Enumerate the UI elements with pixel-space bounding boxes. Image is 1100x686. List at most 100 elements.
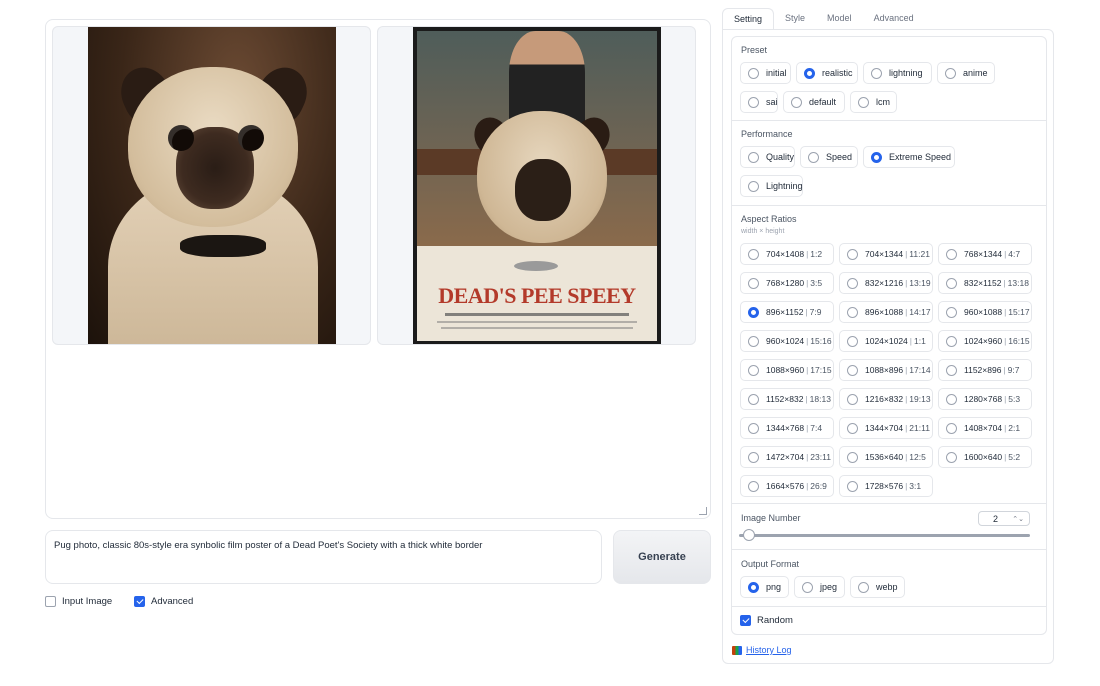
- radio-icon: [946, 277, 957, 289]
- radio-icon: [748, 151, 759, 163]
- advanced-label: Advanced: [151, 596, 194, 607]
- performance-option-speed[interactable]: Speed: [800, 146, 858, 168]
- aspect-ratio-option[interactable]: 832×1152 | 13:18: [938, 272, 1032, 294]
- separator: |: [1004, 249, 1007, 259]
- aspect-ratio-option[interactable]: 1664×576 | 26:9: [740, 475, 834, 497]
- aspect-ratio-ratio: 14:17: [909, 307, 931, 317]
- radio-icon: [748, 67, 759, 79]
- aspect-ratio-size: 1728×576: [865, 481, 904, 491]
- aspect-ratio-ratio: 13:19: [909, 278, 931, 288]
- aspect-ratio-size: 704×1408: [766, 249, 805, 259]
- radio-icon: [858, 96, 869, 108]
- aspect-ratio-size: 1408×704: [964, 423, 1003, 433]
- pug-photo: [88, 27, 336, 344]
- aspect-ratio-size: 1344×704: [865, 423, 904, 433]
- aspect-ratio-size: 1280×768: [964, 394, 1003, 404]
- separator: |: [1003, 365, 1006, 375]
- radio-icon: [847, 277, 858, 289]
- radio-icon: [847, 335, 858, 347]
- performance-option-quality[interactable]: Quality: [740, 146, 795, 168]
- tab-advanced[interactable]: Advanced: [863, 8, 925, 30]
- output-format-option-webp[interactable]: webp: [850, 576, 905, 598]
- aspect-ratio-size: 832×1216: [865, 278, 904, 288]
- tab-setting[interactable]: Setting: [722, 8, 775, 30]
- image-number-input[interactable]: 2 ⌃⌄: [978, 511, 1030, 526]
- advanced-checkbox[interactable]: Advanced: [134, 596, 193, 607]
- gallery-resize-handle[interactable]: [699, 507, 707, 515]
- aspect-ratio-option[interactable]: 704×1344 | 11:21: [839, 243, 933, 265]
- radio-selected-icon: [804, 67, 815, 79]
- performance-option-lightning[interactable]: Lightning: [740, 175, 803, 197]
- aspect-ratio-option[interactable]: 1472×704 | 23:11: [740, 446, 834, 468]
- radio-icon: [791, 96, 802, 108]
- aspect-ratio-option[interactable]: 1024×1024 | 1:1: [839, 330, 933, 352]
- aspect-ratio-option[interactable]: 1344×704 | 21:11: [839, 417, 933, 439]
- aspect-ratio-ratio: 18:13: [809, 394, 831, 404]
- image-number-slider[interactable]: [739, 534, 1030, 537]
- output-format-option-jpeg[interactable]: jpeg: [794, 576, 845, 598]
- aspect-ratio-option[interactable]: 1024×960 | 16:15: [938, 330, 1032, 352]
- prompt-textarea[interactable]: Pug photo, classic 80s-style era synboli…: [45, 530, 602, 584]
- separator: |: [1004, 394, 1007, 404]
- aspect-ratio-option[interactable]: 896×1088 | 14:17: [839, 301, 933, 323]
- preset-option-lightning[interactable]: lightning: [863, 62, 932, 84]
- generate-button[interactable]: Generate: [613, 530, 711, 584]
- aspect-ratio-option[interactable]: 896×1152 | 7:9: [740, 301, 834, 323]
- radio-icon: [946, 335, 957, 347]
- separator: |: [905, 249, 908, 259]
- slider-thumb[interactable]: [743, 529, 755, 541]
- preset-option-lcm[interactable]: lcm: [850, 91, 897, 113]
- aspect-ratio-option[interactable]: 1088×896 | 17:14: [839, 359, 933, 381]
- separator: |: [1004, 423, 1007, 433]
- performance-option-extreme-speed[interactable]: Extreme Speed: [863, 146, 955, 168]
- radio-icon: [748, 96, 759, 108]
- aspect-ratio-option[interactable]: 768×1344 | 4:7: [938, 243, 1032, 265]
- radio-icon: [748, 480, 759, 492]
- preset-option-anime[interactable]: anime: [937, 62, 995, 84]
- aspect-ratio-option[interactable]: 1152×832 | 18:13: [740, 388, 834, 410]
- aspect-ratio-option[interactable]: 960×1088 | 15:17: [938, 301, 1032, 323]
- separator: |: [1004, 336, 1007, 346]
- gallery-image-1[interactable]: [52, 26, 371, 345]
- aspect-ratio-option[interactable]: 1536×640 | 12:5: [839, 446, 933, 468]
- aspect-ratio-option[interactable]: 1280×768 | 5:3: [938, 388, 1032, 410]
- aspect-ratio-option[interactable]: 1600×640 | 5:2: [938, 446, 1032, 468]
- radio-icon: [748, 451, 759, 463]
- aspect-ratio-option[interactable]: 1728×576 | 3:1: [839, 475, 933, 497]
- aspect-ratio-option[interactable]: 1408×704 | 2:1: [938, 417, 1032, 439]
- aspect-ratio-ratio: 15:16: [810, 336, 832, 346]
- aspect-ratio-ratio: 17:15: [810, 365, 832, 375]
- aspect-ratio-option[interactable]: 1344×768 | 7:4: [740, 417, 834, 439]
- spinner-arrows-icon[interactable]: ⌃⌄: [1012, 515, 1024, 523]
- preset-option-initial[interactable]: initial: [740, 62, 791, 84]
- tab-model[interactable]: Model: [816, 8, 863, 30]
- separator: |: [1003, 278, 1006, 288]
- radio-icon: [748, 248, 759, 260]
- tab-style[interactable]: Style: [774, 8, 816, 30]
- aspect-ratio-ratio: 3:5: [810, 278, 823, 288]
- image-number-label: Image Number: [741, 513, 801, 523]
- aspect-ratio-size: 896×1152: [766, 307, 804, 317]
- aspect-ratio-option[interactable]: 1088×960 | 17:15: [740, 359, 834, 381]
- radio-icon: [847, 393, 858, 405]
- radio-icon: [748, 180, 759, 192]
- aspect-ratio-option[interactable]: 832×1216 | 13:19: [839, 272, 933, 294]
- aspect-ratio-option[interactable]: 704×1408 | 1:2: [740, 243, 834, 265]
- radio-icon: [946, 306, 957, 318]
- preset-option-realistic[interactable]: realistic: [796, 62, 858, 84]
- aspect-ratio-option[interactable]: 960×1024 | 15:16: [740, 330, 834, 352]
- radio-icon: [946, 393, 957, 405]
- input-image-checkbox[interactable]: Input Image: [45, 596, 112, 607]
- output-format-option-png[interactable]: png: [740, 576, 789, 598]
- aspect-ratio-option[interactable]: 1152×896 | 9:7: [938, 359, 1032, 381]
- gallery-image-2[interactable]: DEAD'S PEE SPEEY: [377, 26, 696, 345]
- preset-option-sai[interactable]: sai: [740, 91, 778, 113]
- aspect-ratio-option[interactable]: 1216×832 | 19:13: [839, 388, 933, 410]
- separator: |: [905, 307, 908, 317]
- aspect-ratio-size: 832×1152: [964, 278, 1002, 288]
- random-checkbox[interactable]: Random: [740, 615, 793, 626]
- radio-icon: [748, 422, 759, 434]
- preset-option-default[interactable]: default: [783, 91, 845, 113]
- history-log-link[interactable]: History Log: [732, 645, 792, 655]
- aspect-ratio-option[interactable]: 768×1280 | 3:5: [740, 272, 834, 294]
